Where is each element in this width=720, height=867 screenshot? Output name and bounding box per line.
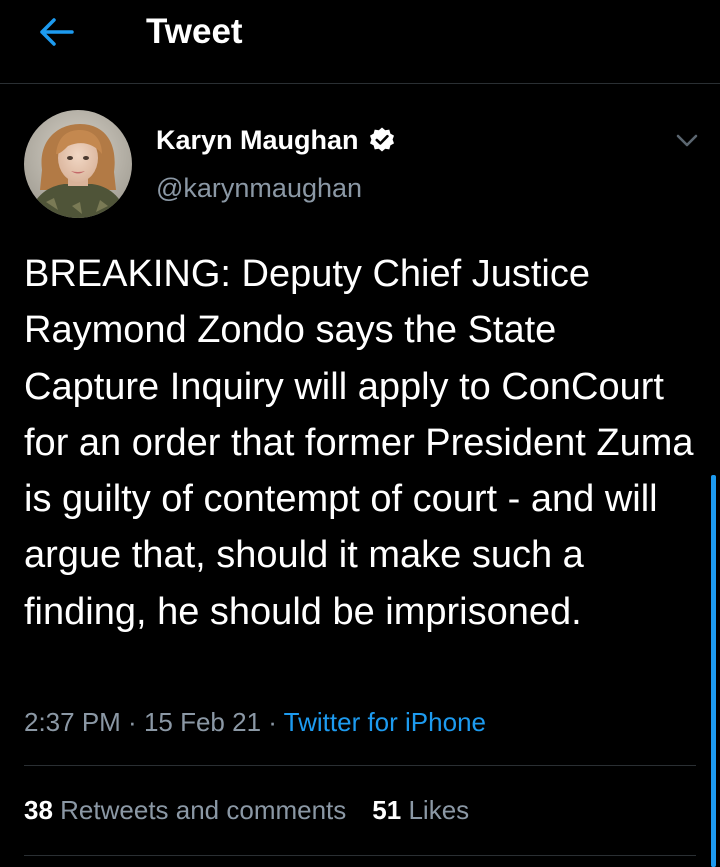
divider [24,855,696,856]
author-handle[interactable]: @karynmaughan [156,170,362,206]
retweets-label: Retweets and comments [60,795,347,825]
avatar[interactable] [24,110,132,218]
top-bar: Tweet [0,0,720,84]
meta-separator: · [120,707,144,737]
more-options-button[interactable] [670,124,704,158]
tweet-text: BREAKING: Deputy Chief Justice Raymond Z… [24,253,694,633]
tweet-source-link[interactable]: Twitter for iPhone [284,707,486,737]
arrow-left-icon [40,18,74,46]
scrollbar[interactable] [711,475,716,867]
tweet-meta: 2:37 PM · 15 Feb 21 · Twitter for iPhone [24,702,486,742]
author-row: Karyn Maughan [156,120,396,160]
meta-separator: · [261,707,284,737]
avatar-image [24,110,132,218]
likes-stat[interactable]: 51 Likes [372,788,469,832]
author-name[interactable]: Karyn Maughan [156,125,359,156]
verified-badge-icon [368,126,396,154]
tweet-stats: 38 Retweets and comments 51 Likes [24,788,469,832]
chevron-down-icon [676,134,698,147]
retweets-count: 38 [24,795,53,825]
divider [24,765,696,766]
tweet-time: 2:37 PM [24,707,121,737]
back-button[interactable] [30,10,82,54]
likes-count: 51 [372,795,402,825]
tweet-date: 15 Feb 21 [143,707,262,737]
retweets-stat[interactable]: 38 Retweets and comments [24,788,346,832]
likes-label: Likes [408,795,470,825]
page-title: Tweet [146,12,243,51]
